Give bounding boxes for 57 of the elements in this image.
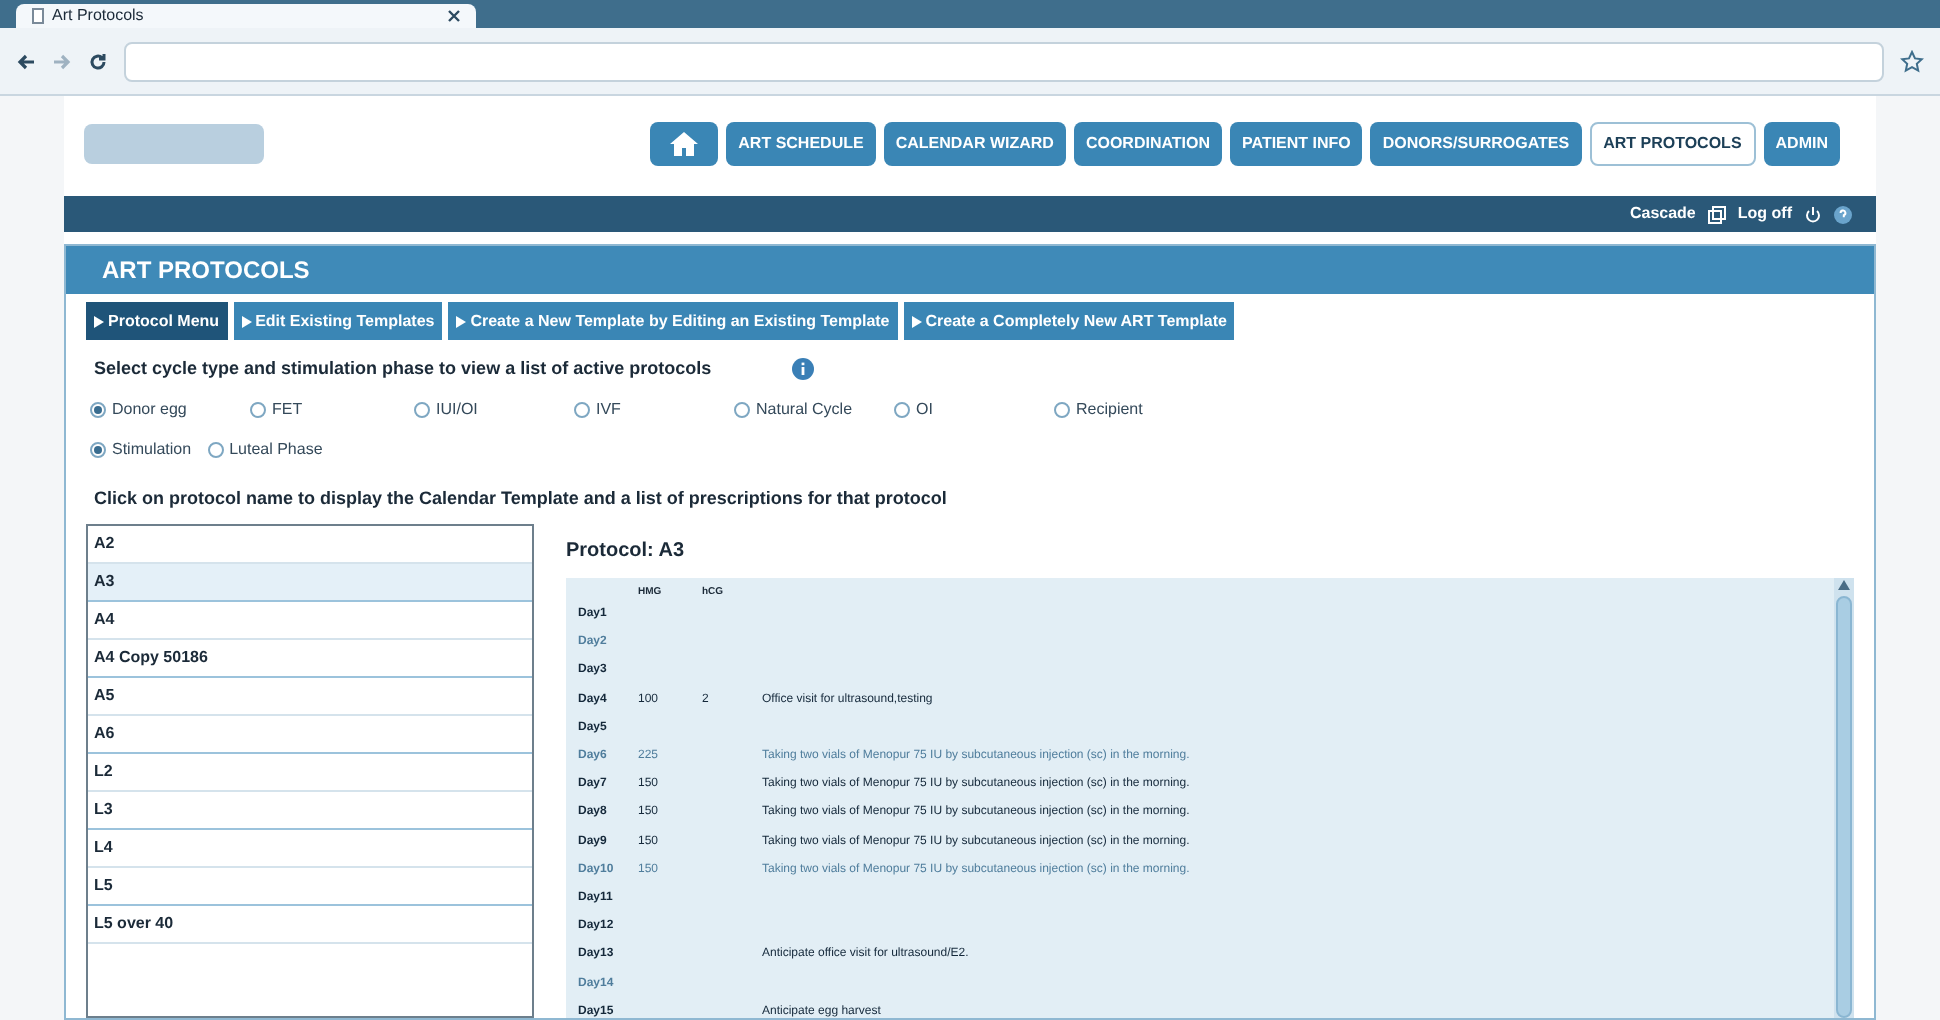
radio-option[interactable]: Recipient xyxy=(1054,397,1214,421)
radio-button[interactable] xyxy=(90,441,106,457)
radio-option[interactable]: IUI/OI xyxy=(414,397,574,421)
nav-tab[interactable]: COORDINATION xyxy=(1073,122,1223,166)
radio-button[interactable] xyxy=(250,401,266,417)
radio-button[interactable] xyxy=(207,441,224,457)
home-icon xyxy=(670,132,699,156)
play-icon xyxy=(911,315,922,327)
protocol-list-item[interactable]: A3 xyxy=(88,564,532,602)
scroll-thumb[interactable] xyxy=(1836,596,1852,1018)
radio-button[interactable] xyxy=(1054,401,1070,417)
nav-tab[interactable]: ADMIN xyxy=(1763,122,1840,166)
nav-tab[interactable]: DONORS/SURROGATES xyxy=(1370,122,1582,166)
radio-button[interactable] xyxy=(894,401,910,417)
info-icon[interactable] xyxy=(791,358,814,381)
instruction-text: Select cycle type and stimulation phase to view a list of active protocols xyxy=(94,356,712,382)
logoff-link[interactable]: Log off xyxy=(1737,202,1792,226)
nav-tab[interactable]: CALENDAR WIZARD xyxy=(883,122,1066,166)
section-title: ART PROTOCOLS xyxy=(102,254,310,288)
nav-tab[interactable]: ART SCHEDULE xyxy=(726,122,876,166)
tab-title: Art Protocols xyxy=(52,8,146,24)
nav-tab[interactable]: PATIENT INFO xyxy=(1230,122,1363,166)
instruction-text: Click on protocol name to display the Calendar Template and a list of prescriptions for that protocol xyxy=(92,485,949,512)
star-icon[interactable] xyxy=(1900,49,1924,73)
radio-button[interactable] xyxy=(574,401,590,417)
address-field[interactable] xyxy=(124,41,1884,81)
subtab[interactable]: Create a Completely New ART Template xyxy=(903,302,1235,340)
scroll-up-icon[interactable] xyxy=(1838,580,1850,590)
help-icon[interactable] xyxy=(1834,205,1852,223)
close-icon[interactable] xyxy=(448,10,460,22)
play-icon xyxy=(94,315,104,327)
page-icon xyxy=(32,8,44,24)
radio-option[interactable]: Luteal Phase xyxy=(207,437,323,461)
radio-option[interactable]: Stimulation xyxy=(90,437,192,461)
cascade-link[interactable]: Cascade xyxy=(1629,202,1696,226)
radio-option[interactable]: Donor egg xyxy=(90,397,250,421)
subtab[interactable]: Protocol Menu xyxy=(86,302,228,340)
reload-icon[interactable] xyxy=(88,51,108,71)
subtab[interactable]: Create a New Template by Editing an Existing Template xyxy=(448,302,898,340)
back-icon[interactable] xyxy=(16,51,36,71)
radio-option[interactable]: IVF xyxy=(574,397,734,421)
nav-tab[interactable]: ART PROTOCOLS xyxy=(1589,122,1756,166)
protocol-title: Protocol: A3 xyxy=(566,538,687,566)
windows-icon[interactable] xyxy=(1707,205,1726,223)
radio-button[interactable] xyxy=(90,401,106,417)
scrollbar[interactable] xyxy=(1834,578,1854,1018)
browser-tab[interactable]: Art Protocols xyxy=(16,4,476,28)
radio-option[interactable]: Natural Cycle xyxy=(734,397,894,421)
radio-button[interactable] xyxy=(734,401,750,417)
play-icon xyxy=(241,315,252,327)
subtab[interactable]: Edit Existing Templates xyxy=(233,302,443,340)
power-icon[interactable] xyxy=(1804,205,1822,223)
radio-option[interactable]: OI xyxy=(894,397,1054,421)
home-button[interactable] xyxy=(650,122,719,166)
radio-button[interactable] xyxy=(414,401,430,417)
play-icon xyxy=(456,315,467,327)
radio-option[interactable]: FET xyxy=(250,397,414,421)
